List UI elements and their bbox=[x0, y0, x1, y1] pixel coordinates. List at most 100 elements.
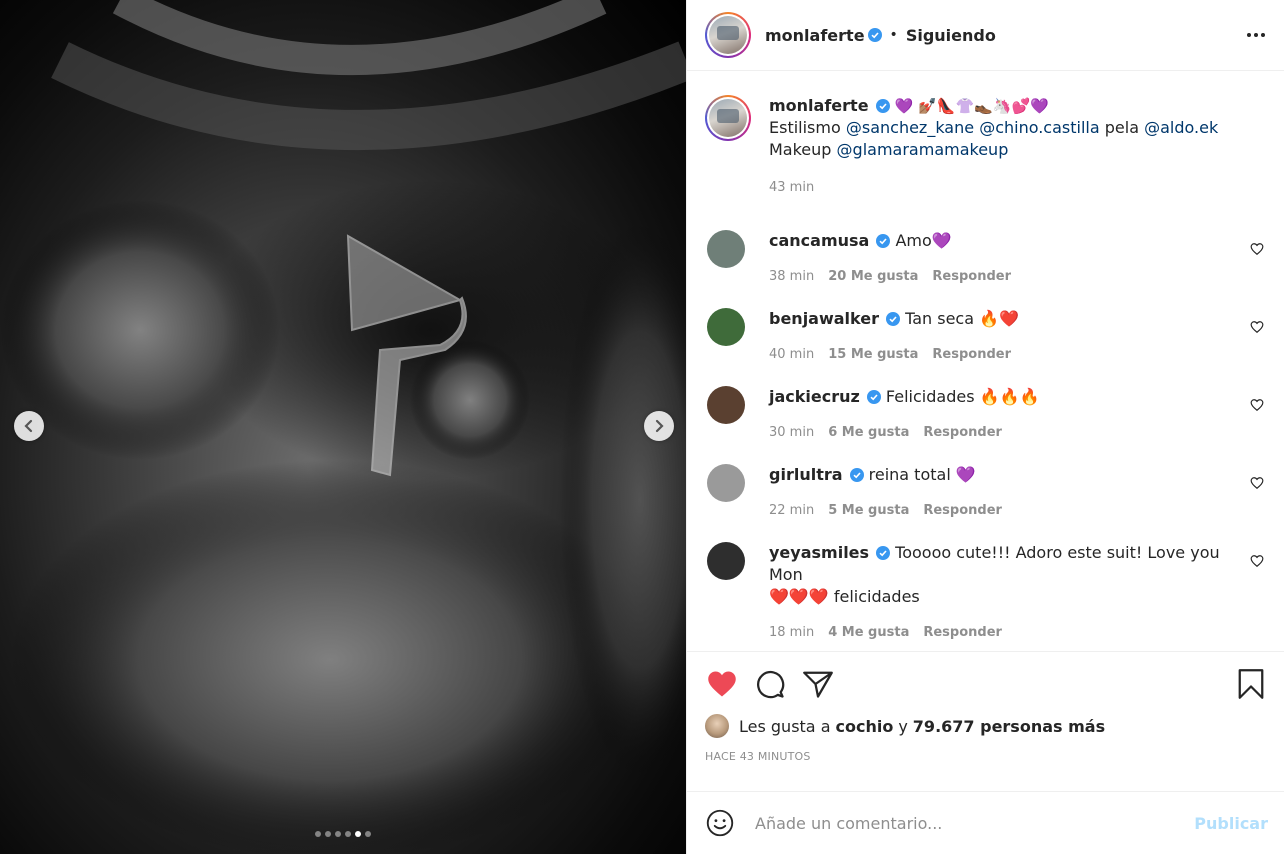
action-bar bbox=[705, 666, 1268, 702]
comment-meta: 22 min 5 Me gusta Responder bbox=[769, 500, 1228, 522]
author-avatar[interactable] bbox=[705, 12, 751, 58]
share-button[interactable] bbox=[801, 667, 835, 701]
caption-emojis: 💜 💅🏽👠👚👞🦄💕💜 bbox=[894, 97, 1049, 115]
post-media[interactable] bbox=[0, 0, 686, 854]
comment-text: Felicidades 🔥🔥🔥 bbox=[885, 387, 1040, 406]
liker-username[interactable]: cochio bbox=[836, 717, 894, 736]
comment-username[interactable]: benjawalker bbox=[769, 309, 879, 328]
comment-likes[interactable]: 6 Me gusta bbox=[828, 422, 909, 444]
comment-likes[interactable]: 4 Me gusta bbox=[828, 622, 909, 644]
chevron-left-icon bbox=[24, 419, 33, 433]
instagram-post: monlaferte • Siguiendo monlaferte 💜 💅🏽👠👚… bbox=[0, 0, 1284, 854]
comment-item: girlultra reina total 💜 22 min 5 Me gusta R… bbox=[705, 464, 1268, 522]
heart-outline-icon[interactable] bbox=[1250, 398, 1264, 412]
carousel-dot bbox=[365, 831, 371, 837]
reply-button[interactable]: Responder bbox=[932, 266, 1011, 288]
save-button[interactable] bbox=[1234, 667, 1268, 701]
heart-outline-icon[interactable] bbox=[1250, 242, 1264, 256]
comment-text-continued: ❤️❤️❤️ felicidades bbox=[769, 587, 920, 606]
comment-time: 38 min bbox=[769, 269, 815, 284]
comment-username[interactable]: girlultra bbox=[769, 465, 843, 484]
comment-time: 18 min bbox=[769, 625, 815, 640]
comment-username[interactable]: jackiecruz bbox=[769, 387, 860, 406]
mention-link[interactable]: @aldo.ek bbox=[1144, 118, 1218, 137]
heart-outline-icon[interactable] bbox=[1250, 320, 1264, 334]
emoji-button[interactable] bbox=[705, 808, 735, 838]
reply-button[interactable]: Responder bbox=[923, 500, 1002, 522]
like-button[interactable] bbox=[705, 667, 739, 701]
mention-link[interactable]: @glamaramamakeup bbox=[837, 140, 1009, 159]
comment-avatar[interactable] bbox=[707, 542, 745, 580]
header-separator: • bbox=[889, 27, 898, 43]
carousel-dot bbox=[335, 831, 341, 837]
author-username[interactable]: monlaferte bbox=[765, 26, 865, 45]
post-time-ago: HACE 43 MINUTOS bbox=[705, 750, 811, 763]
carousel-dot bbox=[315, 831, 321, 837]
comment-time: 40 min bbox=[769, 347, 815, 362]
comment-avatar[interactable] bbox=[707, 464, 745, 502]
comment-item: benjawalker Tan seca 🔥❤️ 40 min 15 Me gust… bbox=[705, 308, 1268, 366]
carousel-dot bbox=[355, 831, 361, 837]
carousel-next-button[interactable] bbox=[644, 411, 674, 441]
post-caption: monlaferte 💜 💅🏽👠👚👞🦄💕💜 Estilismo @sanchez… bbox=[705, 95, 1268, 199]
chevron-right-icon bbox=[655, 419, 664, 433]
comment-username[interactable]: cancamusa bbox=[769, 231, 869, 250]
comment-avatar[interactable] bbox=[707, 230, 745, 268]
caption-username[interactable]: monlaferte bbox=[769, 96, 869, 115]
post-actions-area: Les gusta a cochio y 79.677 personas más… bbox=[687, 651, 1284, 791]
comments-list[interactable]: monlaferte 💜 💅🏽👠👚👞🦄💕💜 Estilismo @sanchez… bbox=[687, 71, 1284, 651]
likes-summary[interactable]: Les gusta a cochio y 79.677 personas más bbox=[705, 714, 1268, 738]
verified-badge-icon bbox=[849, 468, 864, 482]
caption-styling-label: Estilismo bbox=[769, 118, 841, 137]
liker-avatar[interactable] bbox=[705, 714, 729, 738]
add-comment-bar: Publicar bbox=[687, 791, 1284, 854]
carousel-indicator bbox=[0, 831, 686, 837]
comment-time: 22 min bbox=[769, 503, 815, 518]
mention-link[interactable]: @chino.castilla bbox=[979, 118, 1099, 137]
comment-likes[interactable]: 5 Me gusta bbox=[828, 500, 909, 522]
caption-time: 43 min bbox=[769, 180, 815, 195]
comment-text: reina total 💜 bbox=[868, 465, 976, 484]
likes-count[interactable]: 79.677 personas más bbox=[913, 717, 1105, 736]
comment-item: jackiecruz Felicidades 🔥🔥🔥 30 min 6 Me gus… bbox=[705, 386, 1268, 444]
comment-icon bbox=[757, 670, 785, 699]
mention-link[interactable]: @sanchez_kane bbox=[846, 118, 974, 137]
comment-meta: 38 min 20 Me gusta Responder bbox=[769, 266, 1228, 288]
more-horizontal-icon bbox=[1247, 33, 1265, 37]
comment-username[interactable]: yeyasmiles bbox=[769, 543, 869, 562]
reply-button[interactable]: Responder bbox=[923, 622, 1002, 644]
comment-text: Amo💜 bbox=[895, 231, 952, 250]
comment-button[interactable] bbox=[753, 667, 787, 701]
carousel-prev-button[interactable] bbox=[14, 411, 44, 441]
bookmark-icon bbox=[1238, 669, 1264, 699]
comment-text: Tan seca 🔥❤️ bbox=[905, 309, 1019, 328]
comment-avatar[interactable] bbox=[707, 386, 745, 424]
verified-badge-icon bbox=[876, 234, 891, 248]
comment-meta: 30 min 6 Me gusta Responder bbox=[769, 422, 1228, 444]
caption-text: pela bbox=[1104, 118, 1139, 137]
comment-meta: 40 min 15 Me gusta Responder bbox=[769, 344, 1228, 366]
reply-button[interactable]: Responder bbox=[923, 422, 1002, 444]
post-side-panel: monlaferte • Siguiendo monlaferte 💜 💅🏽👠👚… bbox=[686, 0, 1284, 854]
heart-outline-icon[interactable] bbox=[1250, 476, 1264, 490]
heart-outline-icon[interactable] bbox=[1250, 554, 1264, 568]
caption-makeup-label: Makeup bbox=[769, 140, 832, 159]
comment-item: cancamusa Amo💜 38 min 20 Me gusta Responder bbox=[705, 230, 1268, 288]
publish-button[interactable]: Publicar bbox=[1194, 814, 1268, 833]
caption-avatar[interactable] bbox=[705, 95, 751, 141]
verified-badge-icon bbox=[875, 99, 890, 113]
comment-likes[interactable]: 20 Me gusta bbox=[828, 266, 918, 288]
heart-filled-icon bbox=[708, 671, 736, 697]
reply-button[interactable]: Responder bbox=[932, 344, 1011, 366]
carousel-dot bbox=[345, 831, 351, 837]
likes-conjunction: y bbox=[898, 716, 908, 736]
more-options-button[interactable] bbox=[1244, 23, 1268, 47]
comment-meta: 18 min 4 Me gusta Responder bbox=[769, 622, 1228, 644]
likes-prefix: Les gusta a bbox=[739, 716, 831, 736]
comment-input[interactable] bbox=[753, 812, 1195, 834]
smiley-icon bbox=[706, 809, 734, 837]
comment-likes[interactable]: 15 Me gusta bbox=[828, 344, 918, 366]
verified-badge-icon bbox=[876, 546, 891, 560]
comment-avatar[interactable] bbox=[707, 308, 745, 346]
following-button[interactable]: Siguiendo bbox=[906, 26, 996, 45]
